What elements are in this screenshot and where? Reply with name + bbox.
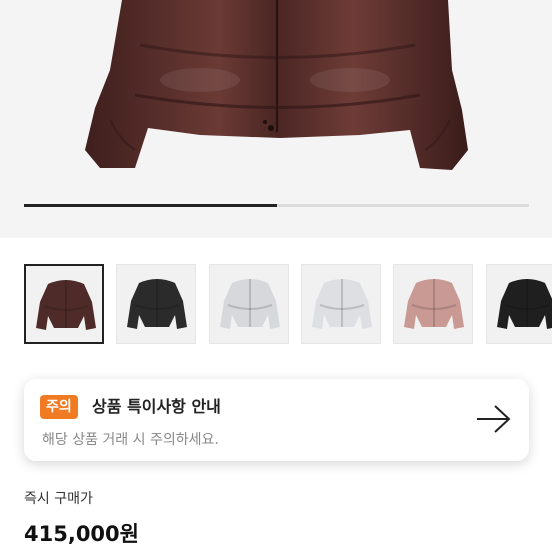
gallery-progress-track [24, 204, 529, 207]
thumb-black-jacket[interactable] [116, 264, 196, 344]
jacket-image [404, 279, 464, 329]
arrow-right-icon[interactable] [475, 403, 513, 435]
thumb-silver-black-jacket[interactable] [301, 264, 381, 344]
thumbnail-strip[interactable] [0, 264, 552, 346]
jacket-image [497, 279, 552, 329]
product-main-image [85, 0, 468, 170]
notice-title: 상품 특이사항 안내 [92, 397, 221, 416]
jacket-image [312, 279, 372, 329]
gallery-progress-fill [24, 204, 277, 207]
thumb-brown-jacket[interactable] [24, 264, 104, 344]
jacket-image [127, 279, 187, 329]
thumb-black-jacket-2[interactable] [486, 264, 552, 344]
thumb-silver-jacket[interactable] [209, 264, 289, 344]
purchase-label: 즉시 구매가 [24, 491, 93, 507]
price: 415,000원 [24, 522, 139, 546]
jacket-image [220, 279, 280, 329]
product-image-gallery[interactable] [0, 0, 552, 238]
jacket-image [36, 280, 96, 330]
notice-description: 해당 상품 거래 시 주의하세요. [42, 432, 219, 448]
notice-card[interactable]: 주의 상품 특이사항 안내 해당 상품 거래 시 주의하세요. [24, 379, 529, 461]
thumb-pink-jacket[interactable] [393, 264, 473, 344]
warning-badge: 주의 [40, 395, 78, 419]
